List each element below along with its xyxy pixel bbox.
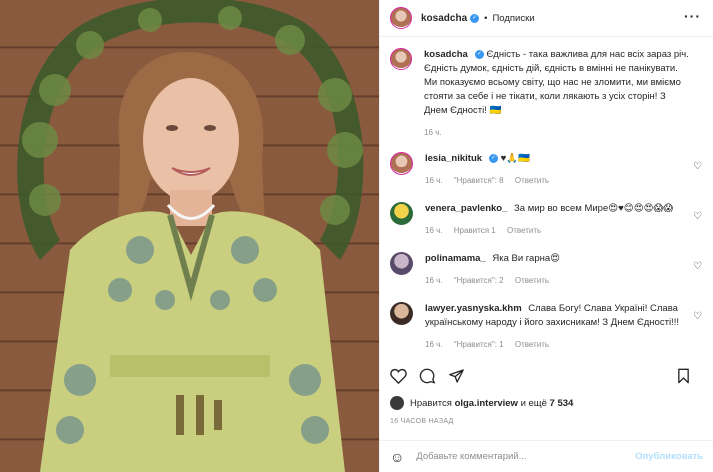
commenter-avatar[interactable] (390, 252, 413, 275)
likes-count[interactable]: 7 534 (550, 398, 574, 409)
posted-time[interactable]: 16 ЧАСОВ НАЗАД (390, 418, 454, 425)
comment-meta: 16 ч. "Нравится": 2 Ответить (425, 274, 690, 288)
following-button[interactable]: Подписки (492, 13, 534, 24)
comment-text: ♥🙏🇺🇦 (500, 153, 530, 164)
caption-meta: 16 ч. (424, 126, 689, 140)
comment-body: polinamama_ Яка Ви гарна😍 16 ч. "Нравитс… (425, 252, 690, 288)
author-avatar[interactable] (390, 48, 412, 70)
instagram-post: kosadcha ✓ • Подписки ··· kosadcha ✓ Єдні… (0, 0, 713, 472)
likes-prefix: Нравится (410, 397, 452, 409)
caption: kosadcha ✓ Єдність - така важлива для нас… (390, 48, 704, 140)
comment-username[interactable]: lesia_nikituk (425, 153, 482, 164)
comment-body: lawyer.yasnyska.khm Слава Богу! Слава Ук… (425, 302, 690, 352)
comment-time[interactable]: 16 ч. (425, 176, 443, 185)
comment-input[interactable] (416, 451, 636, 462)
caption-username[interactable]: kosadcha (424, 49, 468, 60)
comment-likes[interactable]: "Нравится": 8 (454, 176, 504, 185)
separator-dot: • (484, 12, 488, 24)
woman-in-embroidered-dress-photo (17, 0, 364, 472)
caption-body: kosadcha ✓ Єдність - така важлива для нас… (424, 48, 689, 140)
verified-badge-icon: ✓ (474, 49, 484, 59)
comments-list[interactable]: kosadcha ✓ Єдність - така важлива для нас… (380, 38, 713, 358)
author-avatar[interactable] (390, 7, 412, 29)
reply-button[interactable]: Ответить (507, 226, 541, 235)
reply-button[interactable]: Ответить (515, 340, 549, 349)
comment-likes[interactable]: "Нравится": 2 (454, 276, 504, 285)
emoji-icon[interactable]: ☺ (390, 449, 404, 465)
likes-middle: и ещё (520, 397, 547, 409)
comment-composer: ☺ Опубликовать (380, 440, 713, 472)
comment-time[interactable]: 16 ч. (425, 340, 443, 349)
comment-body: lesia_nikituk ✓ ♥🙏🇺🇦 16 ч. "Нравится": 8 … (425, 152, 690, 188)
comment-text: Яка Ви гарна😍 (492, 253, 561, 264)
comment-meta: 16 ч. Нравится 1 Ответить (425, 224, 690, 238)
comment-likes[interactable]: "Нравится": 1 (454, 340, 504, 349)
author-username[interactable]: kosadcha (421, 13, 467, 24)
liker-username[interactable]: olga.interview (455, 398, 518, 409)
comment-heart-icon[interactable]: ♡ (693, 211, 702, 222)
more-dots-icon[interactable]: ··· (684, 9, 701, 23)
comment-body: venera_pavlenko_ За мир во всем Мире😍♥😊😍… (425, 202, 690, 238)
post-header: kosadcha ✓ • Подписки ··· (380, 0, 713, 37)
reply-button[interactable]: Ответить (515, 276, 549, 285)
comment-heart-icon[interactable]: ♡ (693, 161, 702, 172)
heart-icon[interactable] (390, 368, 407, 384)
post-actions-bar (390, 364, 703, 388)
commenter-avatar[interactable] (390, 202, 413, 225)
comment-username[interactable]: venera_pavlenko_ (425, 203, 507, 214)
share-icon[interactable] (448, 368, 465, 384)
post-photo[interactable] (0, 0, 379, 472)
comment-time[interactable]: 16 ч. (425, 276, 443, 285)
caption-time[interactable]: 16 ч. (424, 128, 442, 137)
comment-time[interactable]: 16 ч. (425, 226, 443, 235)
bookmark-icon[interactable] (676, 368, 691, 384)
comment-item: venera_pavlenko_ За мир во всем Мире😍♥😊😍… (390, 202, 704, 238)
comment-likes[interactable]: Нравится 1 (454, 226, 496, 235)
comment-heart-icon[interactable]: ♡ (693, 311, 702, 322)
verified-badge-icon: ✓ (489, 153, 499, 163)
comment-meta: 16 ч. "Нравится": 1 Ответить (425, 338, 690, 352)
comment-text: За мир во всем Мире😍♥😊😍😍😱😱 (514, 203, 674, 214)
publish-button[interactable]: Опубликовать (635, 451, 703, 462)
liker-avatar (390, 396, 404, 410)
comment-item: lawyer.yasnyska.khm Слава Богу! Слава Ук… (390, 302, 704, 352)
comment-heart-icon[interactable]: ♡ (693, 261, 702, 272)
comment-item: polinamama_ Яка Ви гарна😍 16 ч. "Нравитс… (390, 252, 704, 288)
comment-username[interactable]: lawyer.yasnyska.khm (425, 303, 522, 314)
likes-summary[interactable]: Нравится olga.interview и ещё 7 534 (390, 396, 573, 410)
comment-icon[interactable] (419, 368, 436, 384)
commenter-avatar[interactable] (390, 152, 413, 175)
reply-button[interactable]: Ответить (515, 176, 549, 185)
post-side-panel: kosadcha ✓ • Подписки ··· kosadcha ✓ Єдні… (379, 0, 713, 472)
comment-username[interactable]: polinamama_ (425, 253, 486, 264)
commenter-avatar[interactable] (390, 302, 413, 325)
verified-badge-icon: ✓ (470, 13, 480, 23)
comment-meta: 16 ч. "Нравится": 8 Ответить (425, 174, 690, 188)
comment-item: lesia_nikituk ✓ ♥🙏🇺🇦 16 ч. "Нравится": 8 … (390, 152, 704, 188)
